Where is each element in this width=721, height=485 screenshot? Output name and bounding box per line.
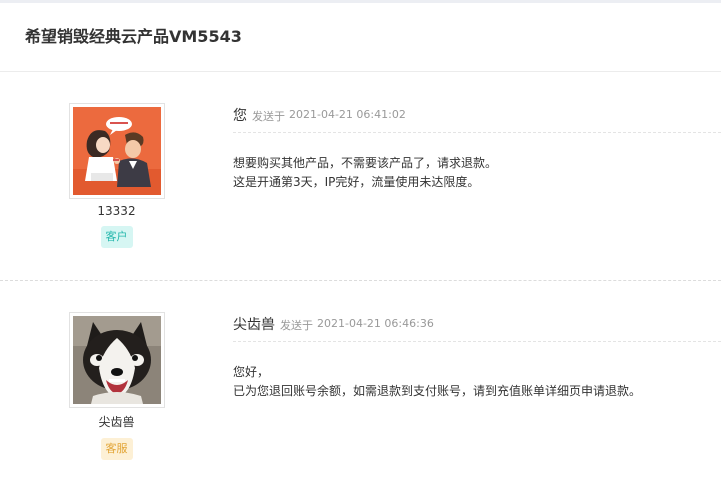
ticket-header: 希望销毁经典云产品VM5543: [0, 3, 721, 72]
message-item: 13332 客户 您 发送于 2021-04-21 06:41:02 想要购买其…: [0, 72, 721, 281]
message-body: 想要购买其他产品，不需要该产品了，请求退款。 这是开通第3天，IP完好，流量使用…: [233, 154, 721, 192]
message-line: 您好，: [233, 365, 270, 379]
husky-dog-avatar-icon: [72, 316, 161, 404]
message-header: 您 发送于 2021-04-21 06:41:02: [233, 105, 721, 133]
message-line: 想要购买其他产品，不需要该产品了，请求退款。: [233, 156, 498, 170]
message-body: 您好， 已为您退回账号余额，如需退款到支付账号，请到充值账单详细页申请退款。: [233, 363, 721, 401]
cartoon-couple-avatar-icon: [72, 107, 161, 195]
message-content: 您 发送于 2021-04-21 06:41:02 想要购买其他产品，不需要该产…: [233, 72, 721, 192]
message-author: 尖齿兽 客服: [0, 281, 233, 460]
ticket-title: 希望销毁经典云产品VM5543: [25, 27, 242, 46]
message-author: 13332 客户: [0, 72, 233, 248]
sender-name: 尖齿兽: [233, 317, 275, 333]
sent-time: 2021-04-21 06:46:36: [317, 317, 434, 330]
avatar: [68, 103, 165, 199]
message-line: 这是开通第3天，IP完好，流量使用未达限度。: [233, 175, 480, 189]
message-content: 尖齿兽 发送于 2021-04-21 06:46:36 您好， 已为您退回账号余…: [233, 281, 721, 401]
sent-prefix: 发送于: [252, 110, 285, 123]
user-name: 13332: [97, 204, 136, 218]
message-line: 已为您退回账号余额，如需退款到支付账号，请到充值账单详细页申请退款。: [233, 384, 642, 398]
role-badge-staff: 客服: [100, 438, 133, 460]
role-badge-customer: 客户: [100, 226, 133, 248]
message-header: 尖齿兽 发送于 2021-04-21 06:46:36: [233, 314, 721, 342]
message-item: 尖齿兽 客服 尖齿兽 发送于 2021-04-21 06:46:36 您好， 已…: [0, 281, 721, 485]
sender-name: 您: [233, 108, 247, 124]
user-name: 尖齿兽: [98, 415, 135, 429]
sent-time: 2021-04-21 06:41:02: [289, 108, 406, 121]
avatar: [68, 312, 165, 408]
sent-prefix: 发送于: [280, 319, 313, 332]
